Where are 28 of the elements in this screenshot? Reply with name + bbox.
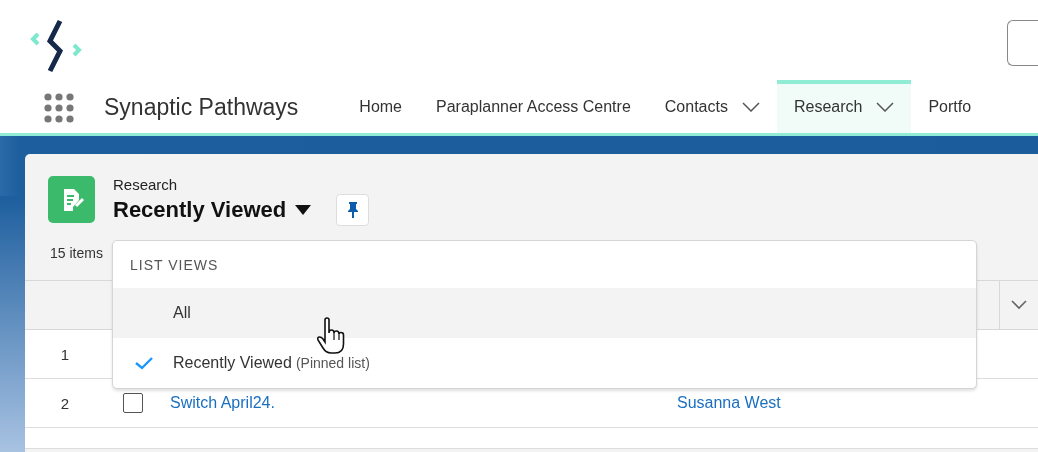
research-object-icon xyxy=(48,176,95,223)
row-checkbox[interactable] xyxy=(122,393,143,413)
pin-button[interactable] xyxy=(336,194,370,226)
checkmark-icon xyxy=(135,356,153,370)
chevron-down-icon xyxy=(1011,300,1027,310)
row-number: 1 xyxy=(60,345,70,363)
nav-tab[interactable]: Research xyxy=(776,80,912,133)
app-launcher-icon[interactable] xyxy=(44,93,74,123)
row-number: 2 xyxy=(60,394,70,412)
item-count: 15 items xyxy=(50,245,103,261)
nav-tab[interactable]: Home xyxy=(342,80,419,133)
menu-item[interactable]: Recently Viewed (Pinned list) xyxy=(113,338,976,388)
caret-icon[interactable] xyxy=(295,205,312,215)
menu-heading: LIST VIEWS xyxy=(130,256,219,273)
nav-tab[interactable]: Contacts xyxy=(647,80,777,133)
menu-item[interactable]: All xyxy=(113,288,976,338)
pin-icon xyxy=(346,202,359,218)
nav-tab[interactable]: Portfo xyxy=(911,80,989,133)
search-field[interactable] xyxy=(1007,20,1038,66)
object-label: Research xyxy=(113,176,179,193)
nav-tab[interactable]: Paraplanner Access Centre xyxy=(419,80,648,133)
list-view-title[interactable]: Recently Viewed xyxy=(113,197,287,223)
record-link[interactable]: Switch April24. xyxy=(170,394,275,411)
chevron-down-icon[interactable] xyxy=(741,101,760,112)
chevron-down-icon[interactable] xyxy=(876,101,895,112)
owner-link[interactable]: Susanna West xyxy=(677,394,781,411)
hand-cursor-icon xyxy=(316,317,346,355)
app-name: Synaptic Pathways xyxy=(104,94,299,122)
